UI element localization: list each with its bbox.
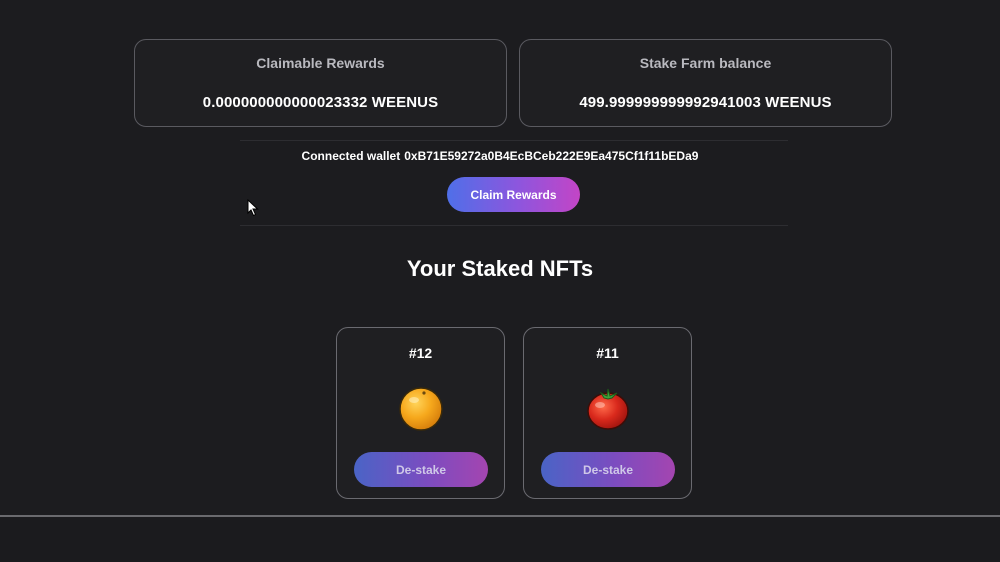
claim-rewards-button[interactable]: Claim Rewards: [447, 177, 580, 212]
stake-farm-balance-value: 499.999999999992941003 WEENUS: [579, 94, 832, 111]
stake-farm-balance-label: Stake Farm balance: [639, 55, 772, 71]
mouse-cursor-icon: [247, 199, 259, 217]
nft-id: #12: [408, 345, 433, 361]
orange-icon: [399, 387, 443, 431]
nft-card: #11 De-stake: [523, 327, 692, 499]
claimable-rewards-label: Claimable Rewards: [256, 55, 385, 71]
nft-card: #12 De-stake: [336, 327, 505, 499]
stake-farm-balance-card: Stake Farm balance 499.99999999999294100…: [519, 39, 892, 127]
divider: [240, 225, 788, 226]
destake-button[interactable]: De-stake: [541, 452, 675, 487]
divider: [240, 140, 788, 141]
connected-wallet: Connected wallet 0xB71E59272a0B4EcBCeb222…: [0, 149, 1000, 163]
claimable-rewards-value: 0.000000000000023332 WEENUS: [202, 94, 439, 111]
staked-nfts-title: Your Staked NFTs: [406, 256, 594, 281]
wallet-address: 0xB71E59272a0B4EcBCeb222E9Ea475Cf1f11bED…: [404, 149, 699, 163]
claimable-rewards-card: Claimable Rewards 0.000000000000023332 W…: [134, 39, 507, 127]
connected-wallet-label: Connected wallet: [301, 149, 401, 163]
tomato-icon: [587, 388, 629, 430]
destake-button[interactable]: De-stake: [354, 452, 488, 487]
nft-id: #11: [596, 345, 619, 361]
bottom-bar: [0, 515, 1000, 562]
